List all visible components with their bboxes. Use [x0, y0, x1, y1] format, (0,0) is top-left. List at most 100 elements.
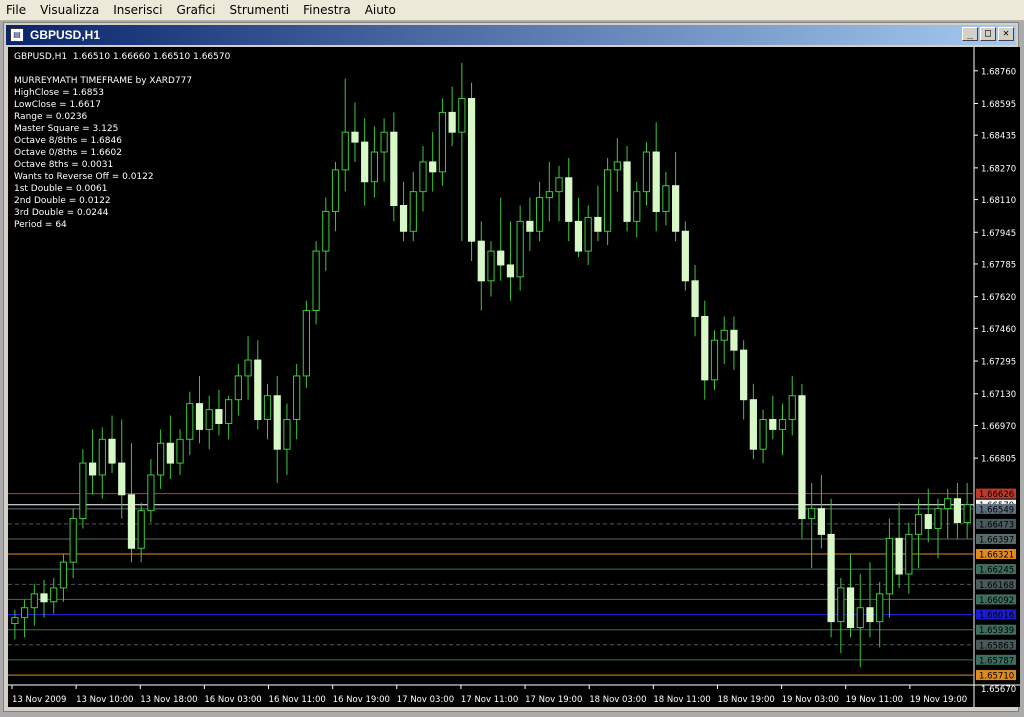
- close-button[interactable]: ✕: [998, 27, 1014, 41]
- candle-body: [905, 533, 913, 575]
- y-tick-label: 1.68595: [981, 100, 1016, 110]
- candle-body: [535, 197, 544, 232]
- candle-body: [409, 191, 417, 232]
- indicator-line: Period = 64: [14, 220, 67, 230]
- candle-body: [419, 161, 427, 193]
- candle-body: [166, 442, 174, 464]
- y-tick-label: 1.68435: [981, 132, 1016, 142]
- menu-strumenti[interactable]: Strumenti: [224, 3, 298, 17]
- candle-body: [88, 462, 97, 476]
- candle-body: [59, 561, 68, 589]
- window-titlebar[interactable]: ▤ GBPUSD,H1 _ □ ✕: [6, 25, 1016, 45]
- y-tick-label: 1.67130: [981, 390, 1016, 400]
- candle-body: [361, 141, 369, 183]
- y-tick-label: 1.68110: [981, 196, 1016, 206]
- candle-body: [846, 587, 855, 629]
- maximize-button[interactable]: □: [980, 27, 996, 41]
- candle-body: [234, 375, 242, 401]
- indicator-line: Octave 8/8ths = 1.6846: [14, 136, 122, 146]
- y-tick-label: 1.67460: [981, 325, 1016, 335]
- candle-body: [118, 462, 126, 496]
- candle-body: [516, 220, 524, 278]
- x-tick-label: 17 Nov 11:00: [461, 695, 518, 705]
- candle-body: [623, 161, 631, 222]
- y-tick-label: 1.66805: [981, 455, 1016, 465]
- candle-body: [20, 607, 29, 619]
- candle-body: [108, 438, 116, 464]
- y-tick-label: 1.67295: [981, 358, 1016, 368]
- candle-body: [574, 220, 583, 252]
- menu-finestra[interactable]: Finestra: [297, 3, 359, 17]
- candle-body: [817, 508, 825, 535]
- candle-body: [215, 409, 223, 424]
- candle-body: [458, 98, 466, 133]
- candle-body: [244, 359, 252, 377]
- candle-body: [341, 131, 349, 171]
- menu-file[interactable]: File: [0, 3, 34, 17]
- indicator-line: Master Square = 3.125: [14, 124, 119, 134]
- level-price-label: 1.65863: [979, 641, 1014, 651]
- candle-body: [487, 250, 495, 282]
- level-price-label: 1.66473: [979, 520, 1014, 530]
- y-tick-label: 1.67620: [981, 293, 1016, 303]
- level-price-label: 1.66016: [979, 611, 1014, 621]
- candle-body: [40, 593, 48, 603]
- candle-body: [157, 442, 165, 476]
- candle-body: [642, 151, 651, 193]
- x-tick-label: 16 Nov 03:00: [204, 695, 261, 705]
- indicator-line: MURREYMATH TIMEFRAME by XARD777: [14, 76, 193, 86]
- candle-body: [370, 151, 379, 183]
- indicator-line: LowClose = 1.6617: [14, 100, 101, 110]
- candle-body: [225, 399, 233, 424]
- candle-body: [322, 210, 330, 252]
- candle-body: [438, 111, 447, 173]
- x-tick-label: 19 Nov 03:00: [782, 695, 839, 705]
- indicator-info-panel: GBPUSD,H1 1.66510 1.66660 1.66510 1.6657…: [14, 51, 230, 231]
- y-tick-label: 1.66970: [981, 422, 1016, 432]
- candle-body: [283, 418, 291, 450]
- level-price-label: 1.65939: [979, 626, 1014, 636]
- indicator-line: Range = 0.0236: [14, 112, 88, 122]
- candle-body: [526, 220, 534, 232]
- indicator-line: Octave 8ths = 0.0031: [14, 160, 114, 170]
- candle-body: [127, 494, 136, 549]
- menu-grafici[interactable]: Grafici: [170, 3, 223, 17]
- candle-body: [953, 498, 962, 524]
- candle-body: [331, 169, 340, 212]
- candle-body: [672, 185, 680, 232]
- candle-body: [147, 474, 155, 512]
- candle-body: [730, 329, 738, 351]
- candle-body: [895, 537, 903, 575]
- indicator-line: Wants to Reverse Off = 0.0122: [14, 172, 154, 182]
- candle-body: [555, 177, 563, 193]
- x-tick-label: 18 Nov 03:00: [589, 695, 646, 705]
- candle-body: [885, 537, 894, 595]
- candle-body: [273, 395, 281, 450]
- menu-inserisci[interactable]: Inserisci: [107, 3, 170, 17]
- candle-body: [827, 533, 835, 623]
- candle-body: [506, 264, 515, 278]
- candle-body: [50, 587, 58, 603]
- window-title: GBPUSD,H1: [30, 28, 101, 42]
- candle-body: [662, 185, 670, 212]
- candle-body: [584, 216, 592, 252]
- candle-body: [79, 462, 87, 520]
- candle-body: [710, 339, 719, 381]
- candle-body: [720, 329, 728, 341]
- candle-body: [594, 216, 602, 232]
- candle-body: [701, 315, 709, 381]
- x-tick-label: 16 Nov 11:00: [269, 695, 326, 705]
- candle-body: [429, 161, 437, 173]
- candle-body: [681, 230, 689, 282]
- x-tick-label: 13 Nov 10:00: [76, 695, 133, 705]
- minimize-button[interactable]: _: [962, 27, 978, 41]
- candle-body: [176, 438, 184, 464]
- candle-body: [390, 131, 398, 207]
- level-price-label: 1.65710: [979, 672, 1014, 682]
- menu-visualizza[interactable]: Visualizza: [34, 3, 107, 17]
- candle-body: [11, 617, 19, 625]
- price-chart[interactable]: 1.666261.665701.665491.664731.663971.663…: [8, 47, 1020, 707]
- y-tick-label: 1.68760: [981, 67, 1016, 77]
- menu-aiuto[interactable]: Aiuto: [359, 3, 404, 17]
- candle-body: [565, 177, 573, 222]
